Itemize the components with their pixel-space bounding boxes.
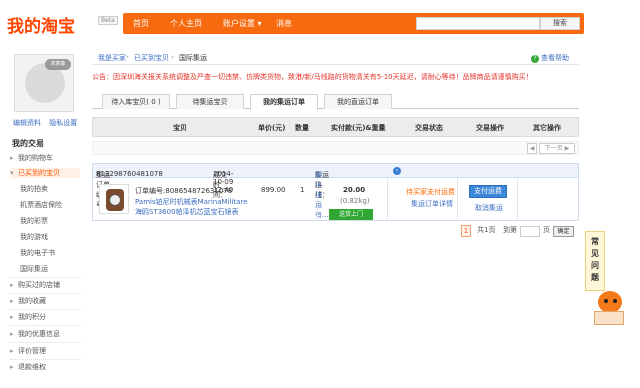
nav-messages[interactable]: 消息 [276,18,292,29]
divider [10,359,82,360]
divider [10,325,82,326]
order-card: 集运订单编号：813298760481078 成交时间：2014-10-09 1… [92,163,579,221]
order-detail-link[interactable]: 集运订单详情 [411,199,453,209]
sidebar-item-games[interactable]: 我的游戏 [20,232,48,242]
sidebar-item-coupons[interactable]: ▸ 我的优惠信息 [10,329,80,339]
divider [10,277,82,278]
col-item: 宝贝 [173,124,187,132]
taobao-logo[interactable]: 我的淘宝 [7,12,75,37]
tab-pending-storage[interactable]: 待入库宝贝( 0 ) [102,94,170,109]
mascot-icon[interactable] [592,291,626,327]
sidebar-item-ebooks[interactable]: 我的电子书 [20,248,55,258]
quantity: 1 [300,186,305,194]
help-icon: ? [531,55,539,63]
sidebar-item-cart[interactable]: ▸ 我的购物车 [10,153,80,163]
tab-pending-shipping[interactable]: 待集运宝贝 [176,94,244,109]
weight: (0.82kg) [340,197,370,205]
nav-account-settings[interactable]: 账户设置 ▾ [223,18,262,29]
announcement: 公告：因深圳海关报关系统调整及严查一切违禁、仿牌类货物，致港/新/马线路的货物清… [92,73,533,81]
order-tabs: 待入库宝贝( 0 ) 待集运宝贝 我的集运订单 我的直运订单 [92,93,579,110]
sidebar-item-purchased[interactable]: ▾ 已买到的宝贝 [10,168,80,178]
sidebar-item-refunds[interactable]: ▸ 退款维权 [10,362,80,372]
search-button[interactable]: 搜索 [540,17,580,30]
col-status: 交易状态 [415,124,443,132]
profile-links: 编辑资料 隐私设置 [13,118,83,128]
sidebar-item-intl-shipping[interactable]: 国际集运 [20,264,48,274]
sidebar-title: 我的交易 [12,139,44,148]
edit-profile-link[interactable]: 编辑资料 [13,119,41,127]
col-qty: 数量 [295,124,309,132]
col-paid: 实付款(元)&重量 [331,124,386,132]
expand-arrow-icon: ▸ [10,154,14,162]
page-total: 共1页 [477,226,496,234]
breadcrumb-current: 国际集运 [179,54,207,62]
expand-arrow-icon: ▸ [10,347,14,355]
total-paid: 20.00 [343,186,366,194]
prev-page-button[interactable]: ◀ [527,143,537,154]
nav-personal-page[interactable]: 个人主页 [170,18,202,29]
divider [10,293,82,294]
order-number: 813298760481078 [96,170,163,178]
beta-badge: Beta [98,16,118,25]
cancel-shipping-link[interactable]: 取消集运 [475,203,503,213]
collapse-arrow-icon: ▾ [10,169,14,177]
avatar-bubble: 求真像 [45,59,71,70]
expand-arrow-icon: ▸ [10,297,14,305]
goto-label: 到第 [503,226,517,234]
trade-status: 待买家支付运费 [406,188,455,196]
sidebar-item-auction[interactable]: 我的拍卖 [20,184,48,194]
breadcrumb-purchased[interactable]: 已买到宝贝 [134,53,169,63]
order-header: 集运订单编号：813298760481078 成交时间：2014-10-09 1… [93,164,578,219]
sidebar-item-shops[interactable]: ▸ 购买过的店铺 [10,280,80,290]
tab-my-shipping-orders[interactable]: 我的集运订单 [250,94,318,110]
sidebar-item-favorites[interactable]: ▸ 我的收藏 [10,296,80,306]
page-current[interactable]: 1 [461,225,471,237]
help-link[interactable]: ? 查看帮助 [531,53,569,63]
expand-arrow-icon: ▸ [10,313,14,321]
expand-arrow-icon: ▸ [10,363,14,371]
watch-dial [109,194,121,206]
item-title-line1[interactable]: Pamis铂尼时机械表MarinaMilitare [135,197,247,207]
next-page-button[interactable]: 下一页 ▶ [539,143,575,154]
unit-price: 899.00 [261,186,286,194]
page-confirm-button[interactable]: 确定 [553,226,574,237]
product-thumbnail[interactable] [99,184,129,214]
avatar[interactable]: 求真像 [14,54,74,112]
expand-arrow-icon: ▸ [10,330,14,338]
item-title-line2[interactable]: 海鸥ST3600帕泽机芯蓝宝石镜表 [135,207,239,217]
breadcrumb: 我是买家 › 已买到宝贝 › 国际集运 [92,51,579,65]
delivery-badge: 送货上门 [329,209,373,220]
item-order-number: 808654872631078 [165,187,233,195]
expand-arrow-icon: ▸ [10,281,14,289]
col-price: 单价(元) [258,124,286,132]
info-icon[interactable]: › [393,167,401,175]
col-other: 其它操作 [533,124,561,132]
pay-shipping-button[interactable]: 支付运费 [469,185,507,198]
sidebar-item-travel[interactable]: 机票酒店保险 [20,200,62,210]
divider [10,342,82,343]
search-input[interactable] [416,17,540,30]
sidebar-item-lottery[interactable]: 我的彩票 [20,216,48,226]
divider [10,309,82,310]
nav-home[interactable]: 首页 [133,18,149,29]
page-input[interactable] [520,226,540,237]
page-unit: 页 [543,226,550,234]
breadcrumb-buyer[interactable]: 我是买家 [98,53,126,63]
pager-top [92,141,579,155]
faq-widget[interactable]: 常 见 问 题 [585,231,605,291]
table-header: 宝贝 单价(元) 数量 实付款(元)&重量 交易状态 交易操作 其它操作 [92,117,579,137]
sidebar-item-points[interactable]: ▸ 我的积分 [10,312,80,322]
sidebar-item-reviews[interactable]: ▸ 评价管理 [10,346,80,356]
tab-direct-orders[interactable]: 我的直运订单 [324,94,392,109]
col-actions: 交易操作 [476,124,504,132]
privacy-settings-link[interactable]: 隐私设置 [49,119,77,127]
